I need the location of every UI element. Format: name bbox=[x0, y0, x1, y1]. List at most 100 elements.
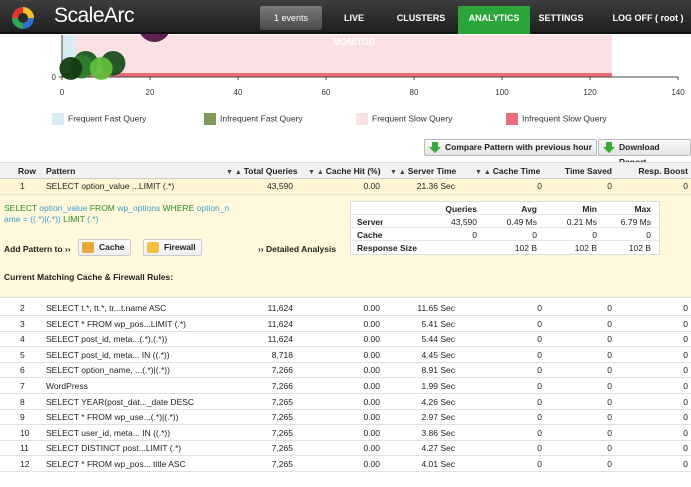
col-row[interactable]: Row bbox=[18, 166, 36, 176]
legend-swatch bbox=[204, 113, 216, 125]
table-row[interactable]: 4 SELECT post_id, meta...(.*),(.*)) 11,624… bbox=[0, 332, 691, 348]
row-number: 6 bbox=[20, 365, 25, 376]
table-row[interactable]: 5 SELECT post_id, meta... IN ((.*)) 8,718 0… bbox=[0, 347, 691, 363]
row-number: 4 bbox=[20, 334, 25, 345]
row-total: 7,266 bbox=[271, 381, 293, 391]
legend-swatch bbox=[52, 113, 64, 125]
col-pattern[interactable]: Pattern bbox=[46, 166, 75, 176]
row-number: 1 bbox=[20, 181, 25, 191]
row-cache-hit: 0.00 bbox=[363, 349, 380, 360]
row-pattern[interactable]: WordPress bbox=[46, 381, 226, 391]
stats-value: 0 bbox=[472, 230, 477, 240]
lock-icon bbox=[147, 242, 159, 253]
row-time-saved: 0 bbox=[607, 381, 612, 391]
row-pattern[interactable]: SELECT DISTINCT post...LIMIT (.*) bbox=[46, 443, 226, 453]
row-pattern[interactable]: SELECT user_id, meta... IN ((.*)) bbox=[46, 428, 226, 438]
add-to-firewall-button[interactable]: Firewall bbox=[143, 239, 202, 256]
stats-header: Max bbox=[634, 204, 651, 214]
row-pattern[interactable]: SELECT option_value ...LIMIT (.*) bbox=[46, 181, 174, 191]
events-button[interactable]: 1 events bbox=[260, 6, 322, 30]
stats-header: Queries bbox=[445, 204, 477, 214]
table-row[interactable]: 6 SELECT option_name, ...(.*)|(.*)) 7,266 0… bbox=[0, 363, 691, 379]
x-tick-label: 40 bbox=[234, 88, 243, 97]
row-cache-time: 0 bbox=[537, 318, 542, 329]
data-point bbox=[59, 56, 83, 80]
stats-row-response-size: Response Size 102 B 102 B 102 B bbox=[351, 241, 659, 254]
pattern-detail-panel: SELECT option_value FROM wp_options WHER… bbox=[0, 195, 691, 298]
row-resp-boost: 0 bbox=[683, 396, 688, 407]
nav-live-monitor[interactable]: LIVE MONITOR bbox=[322, 6, 386, 47]
row-pattern[interactable]: SELECT post_id, meta... IN ((.*)) bbox=[46, 350, 226, 360]
table-row[interactable]: 9 SELECT * FROM wp_use...(.*)|(.*)) 7,265 0… bbox=[0, 410, 691, 426]
col-total-queries[interactable]: ▼ ▲ Total Queries bbox=[226, 166, 297, 176]
sql-keyword: SELECT bbox=[4, 203, 37, 213]
row-pattern[interactable]: SELECT option_name, ...(.*)|(.*)) bbox=[46, 365, 226, 375]
table-row[interactable]: 7 WordPress 7,266 0.00 1.99 Sec 0 0 0 bbox=[0, 379, 691, 394]
row-number: 10 bbox=[20, 427, 30, 438]
row-cache-hit: 0.00 bbox=[363, 181, 380, 191]
table-row[interactable]: 12 SELECT * FROM wp_pos... title ASC 7,265… bbox=[0, 457, 691, 472]
row-pattern[interactable]: SELECT * FROM wp_pos... title ASC bbox=[46, 459, 226, 469]
row-cache-hit: 0.00 bbox=[363, 427, 380, 438]
row-total: 7,265 bbox=[271, 427, 293, 438]
row-pattern[interactable]: SELECT post_id, meta...(.*),(.*)) bbox=[46, 334, 226, 344]
row-resp-boost: 0 bbox=[683, 318, 688, 329]
add-to-cache-button[interactable]: Cache bbox=[78, 239, 131, 256]
data-point bbox=[89, 56, 113, 80]
col-cache-hit[interactable]: ▼ ▲ Cache Hit (%) bbox=[308, 166, 381, 176]
row-total: 43,590 bbox=[267, 181, 293, 191]
col-resp-boost[interactable]: Resp. Boost bbox=[620, 166, 688, 176]
sort-icon[interactable]: ▼ ▲ bbox=[226, 169, 244, 176]
row-time-saved: 0 bbox=[607, 412, 612, 423]
table-row[interactable]: 11 SELECT DISTINCT post...LIMIT (.*) 7,265… bbox=[0, 441, 691, 457]
row-pattern[interactable]: SELECT t.*, tt.*, tr...t.name ASC bbox=[46, 303, 226, 313]
stats-row-cache: Cache 0 0 0 0 bbox=[351, 228, 659, 241]
sort-icon[interactable]: ▼ ▲ bbox=[308, 169, 326, 176]
table-row[interactable]: 3 SELECT * FROM wp_pos...LIMIT (.*) 11,624… bbox=[0, 316, 691, 332]
nav-analytics[interactable]: ANALYTICS bbox=[458, 6, 530, 34]
table-row[interactable]: 2 SELECT t.*, tt.*, tr...t.name ASC 11,624… bbox=[0, 301, 691, 316]
row-time-saved: 0 bbox=[607, 334, 612, 345]
col-server-time[interactable]: ▼ ▲ Server Time bbox=[390, 166, 456, 176]
nav-clusters[interactable]: CLUSTERS bbox=[392, 6, 450, 30]
row-server-time: 5.44 Sec bbox=[421, 334, 455, 345]
row-cache-hit: 0.00 bbox=[363, 459, 380, 469]
row-total: 7,265 bbox=[271, 443, 293, 454]
legend-label: Frequent Fast Query bbox=[68, 113, 147, 124]
compare-pattern-label: Compare Pattern with previous hour bbox=[445, 142, 592, 152]
compare-pattern-button[interactable]: Compare Pattern with previous hour bbox=[424, 139, 597, 156]
row-time-saved: 0 bbox=[607, 443, 612, 454]
stats-row-label: Server bbox=[357, 217, 384, 227]
row-pattern[interactable]: SELECT * FROM wp_pos...LIMIT (.*) bbox=[46, 319, 226, 329]
stats-header-row: Queries Avg Min Max bbox=[351, 202, 659, 215]
legend-item: Frequent Slow Query bbox=[356, 113, 452, 127]
sort-icon[interactable]: ▼ ▲ bbox=[390, 169, 408, 176]
table-row[interactable]: 10 SELECT user_id, meta... IN ((.*)) 7,265… bbox=[0, 425, 691, 441]
row-resp-boost: 0 bbox=[683, 349, 688, 360]
row-server-time: 3.86 Sec bbox=[421, 427, 455, 438]
row-total: 7,265 bbox=[271, 396, 293, 407]
nav-settings[interactable]: SETTINGS bbox=[535, 6, 587, 30]
stats-row-server: Server 43,590 0.49 Ms 0.21 Ms 6.79 Ms bbox=[351, 215, 659, 228]
stats-value: 0.21 Ms bbox=[566, 217, 597, 227]
sql-keyword: LIMIT bbox=[63, 214, 85, 224]
row-pattern[interactable]: SELECT YEAR(post_dat..._date DESC bbox=[46, 397, 226, 407]
row-cache-hit: 0.00 bbox=[363, 365, 380, 376]
detailed-analysis-link[interactable]: ›› Detailed Analysis bbox=[258, 244, 336, 254]
download-report-button[interactable]: Download Report bbox=[598, 139, 691, 167]
logoff-button[interactable]: LOG OFF ( root ) bbox=[610, 6, 686, 30]
row-cache-time: 0 bbox=[537, 365, 542, 376]
row-server-time: 4.26 Sec bbox=[421, 396, 455, 407]
stats-value: 6.79 Ms bbox=[620, 217, 651, 227]
sort-icon[interactable]: ▼ ▲ bbox=[475, 169, 493, 176]
col-cache-time-label: Cache Time bbox=[492, 166, 541, 176]
table-row-selected[interactable]: 1 SELECT option_value ...LIMIT (.*) 43,5… bbox=[0, 179, 691, 195]
legend-label: Infrequent Fast Query bbox=[220, 113, 303, 124]
col-cache-time[interactable]: ▼ ▲ Cache Time bbox=[475, 166, 540, 176]
table-row[interactable]: 8 SELECT YEAR(post_dat..._date DESC 7,265 0… bbox=[0, 394, 691, 410]
row-cache-hit: 0.00 bbox=[363, 381, 380, 391]
row-pattern[interactable]: SELECT * FROM wp_use...(.*)|(.*)) bbox=[46, 412, 226, 422]
col-time-saved[interactable]: Time Saved bbox=[550, 166, 612, 176]
row-number: 12 bbox=[20, 459, 30, 469]
x-tick-label: 100 bbox=[495, 88, 509, 97]
